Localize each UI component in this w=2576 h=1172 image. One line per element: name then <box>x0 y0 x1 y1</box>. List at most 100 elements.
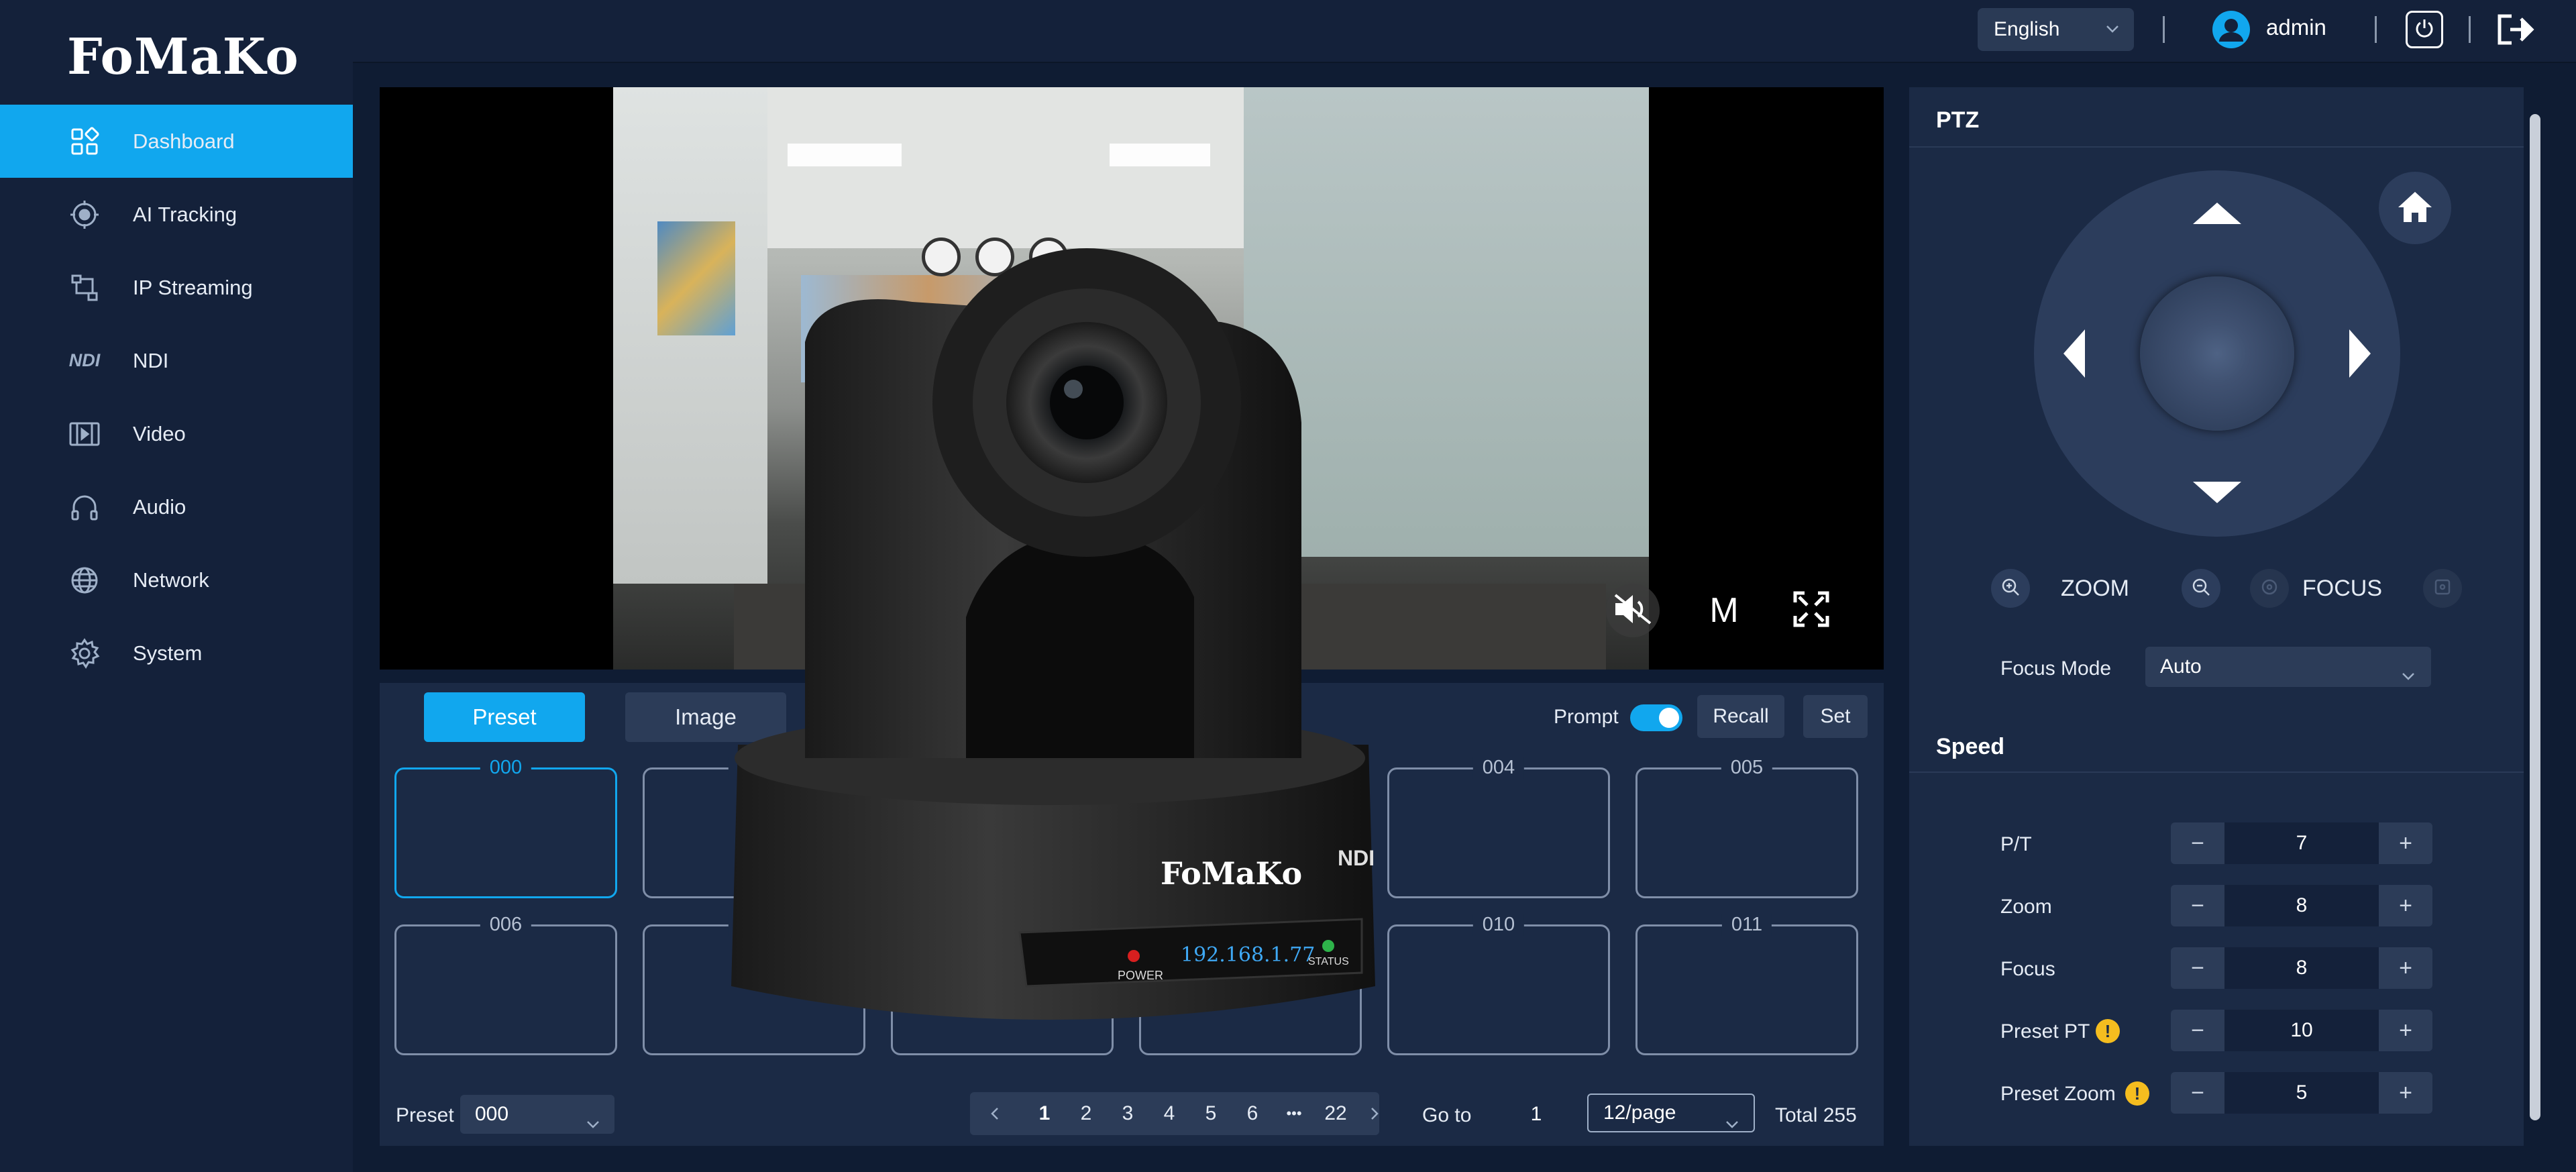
sidebar-item-audio[interactable]: Audio <box>0 470 353 543</box>
fullscreen-button[interactable] <box>1784 585 1838 636</box>
ip-streaming-icon <box>67 270 102 305</box>
network-icon <box>67 563 102 598</box>
home-icon <box>2397 190 2433 227</box>
arrow-left-icon[interactable] <box>2061 327 2088 384</box>
decrement-button[interactable]: − <box>2171 885 2224 926</box>
header-divider <box>2163 16 2165 43</box>
preset-number: 000 <box>480 757 532 779</box>
page-4[interactable]: 4 <box>1152 1092 1186 1135</box>
preset-tile-011[interactable]: 011 <box>1635 914 1858 1055</box>
zoom-out-button[interactable] <box>2182 569 2220 608</box>
focus-near-button[interactable] <box>2250 569 2289 608</box>
increment-button[interactable]: + <box>2379 822 2432 864</box>
panel-scrollbar[interactable] <box>2526 93 2544 1140</box>
focus-mode-select[interactable]: Auto <box>2145 647 2431 687</box>
mute-button[interactable] <box>1606 584 1660 637</box>
ndi-icon-text: NDI <box>68 350 101 370</box>
next-page-button[interactable] <box>1358 1092 1391 1135</box>
preset-select-label: Preset <box>396 1104 454 1126</box>
decrement-button[interactable]: − <box>2171 1072 2224 1114</box>
sidebar-item-system[interactable]: System <box>0 617 353 690</box>
preset-tile-010[interactable]: 010 <box>1387 914 1610 1055</box>
arrow-up-icon[interactable] <box>2190 200 2244 230</box>
page-22[interactable]: 22 <box>1319 1092 1352 1135</box>
tab-preset[interactable]: Preset <box>424 692 585 742</box>
goto-input[interactable]: 1 <box>1503 1095 1570 1134</box>
prompt-toggle[interactable] <box>1630 704 1682 731</box>
language-select[interactable]: English <box>1978 8 2134 51</box>
system-icon <box>67 636 102 671</box>
camera-ip-text: 192.168.1.77 <box>1181 943 1315 967</box>
ptz-title: PTZ <box>1936 107 1980 133</box>
divider <box>1909 771 2524 773</box>
speed-value-input[interactable]: 10 <box>2224 1010 2379 1051</box>
power-button[interactable] <box>2406 11 2443 48</box>
page-3[interactable]: 3 <box>1111 1092 1144 1135</box>
zoom-in-button[interactable] <box>1991 569 2030 608</box>
page-1[interactable]: 1 <box>1028 1092 1061 1135</box>
focus-far-button[interactable] <box>2423 569 2462 608</box>
arrow-down-icon[interactable] <box>2190 479 2244 509</box>
zoom-out-icon <box>2191 577 2211 600</box>
speed-value-input[interactable]: 7 <box>2224 822 2379 864</box>
ndi-icon: NDI <box>67 343 102 378</box>
focus-label: FOCUS <box>2302 576 2382 601</box>
decrement-button[interactable]: − <box>2171 822 2224 864</box>
pagination-bar: Preset 000 1 2 3 4 5 6 ••• 22 Go to 1 12… <box>380 1084 1884 1146</box>
speed-row-preset-pt: Preset PT ! − 10 + <box>1909 1010 2524 1051</box>
speed-row-zoom: Zoom − 8 + <box>1909 885 2524 926</box>
page-2[interactable]: 2 <box>1069 1092 1103 1135</box>
logout-icon[interactable] <box>2496 11 2536 48</box>
speed-label: Preset Zoom <box>2000 1083 2116 1105</box>
page-6[interactable]: 6 <box>1236 1092 1269 1135</box>
preset-tile-005[interactable]: 005 <box>1635 757 1858 898</box>
arrow-right-icon[interactable] <box>2347 327 2373 384</box>
page-size-select[interactable]: 12/page <box>1587 1094 1755 1132</box>
ptz-control-panel: PTZ ZOOM FOCUS Focus Mode Auto Speed P/T… <box>1909 87 2524 1146</box>
user-avatar-icon[interactable] <box>2211 9 2251 50</box>
preset-tile-006[interactable]: 006 <box>394 914 617 1055</box>
increment-button[interactable]: + <box>2379 947 2432 989</box>
username[interactable]: admin <box>2266 15 2326 40</box>
video-icon <box>67 417 102 451</box>
ptz-joystick[interactable] <box>2034 170 2400 537</box>
speed-stepper: − 5 + <box>2171 1072 2432 1114</box>
speed-value-input[interactable]: 8 <box>2224 885 2379 926</box>
page-5[interactable]: 5 <box>1194 1092 1228 1135</box>
decrement-button[interactable]: − <box>2171 947 2224 989</box>
recall-button[interactable]: Recall <box>1697 695 1784 738</box>
focus-mode-label: Focus Mode <box>2000 657 2112 680</box>
sidebar-item-dashboard[interactable]: Dashboard <box>0 105 353 178</box>
scrollbar-thumb[interactable] <box>2530 114 2540 1120</box>
sidebar-item-label: Network <box>133 568 209 592</box>
mode-m-button[interactable]: M <box>1697 585 1751 636</box>
preset-tile-000[interactable]: 000 <box>394 757 617 898</box>
warning-icon[interactable]: ! <box>2125 1081 2149 1106</box>
speed-value-input[interactable]: 8 <box>2224 947 2379 989</box>
sidebar-item-ip-streaming[interactable]: IP Streaming <box>0 251 353 324</box>
speed-stepper: − 10 + <box>2171 1010 2432 1051</box>
warning-icon[interactable]: ! <box>2096 1019 2120 1043</box>
focus-mode-value: Auto <box>2160 655 2202 678</box>
sidebar-item-video[interactable]: Video <box>0 397 353 470</box>
chevron-down-icon <box>2402 663 2415 686</box>
decrement-button[interactable]: − <box>2171 1010 2224 1051</box>
sidebar-item-label: System <box>133 641 203 665</box>
sidebar-item-ai-tracking[interactable]: AI Tracking <box>0 178 353 251</box>
sidebar-item-network[interactable]: Network <box>0 543 353 617</box>
set-button[interactable]: Set <box>1803 695 1868 738</box>
increment-button[interactable]: + <box>2379 885 2432 926</box>
home-button[interactable] <box>2379 172 2451 244</box>
increment-button[interactable]: + <box>2379 1072 2432 1114</box>
preset-select[interactable]: 000 <box>460 1095 614 1134</box>
preset-tile-004[interactable]: 004 <box>1387 757 1610 898</box>
increment-button[interactable]: + <box>2379 1010 2432 1051</box>
sidebar-item-label: Dashboard <box>133 129 235 153</box>
joystick-center[interactable] <box>2140 276 2294 431</box>
speed-title: Speed <box>1936 734 2005 759</box>
speed-value-input[interactable]: 5 <box>2224 1072 2379 1114</box>
sidebar-item-ndi[interactable]: NDI NDI <box>0 324 353 397</box>
prev-page-button[interactable] <box>978 1092 1012 1135</box>
speed-row-focus: Focus − 8 + <box>1909 947 2524 989</box>
page-ellipsis[interactable]: ••• <box>1277 1092 1311 1135</box>
